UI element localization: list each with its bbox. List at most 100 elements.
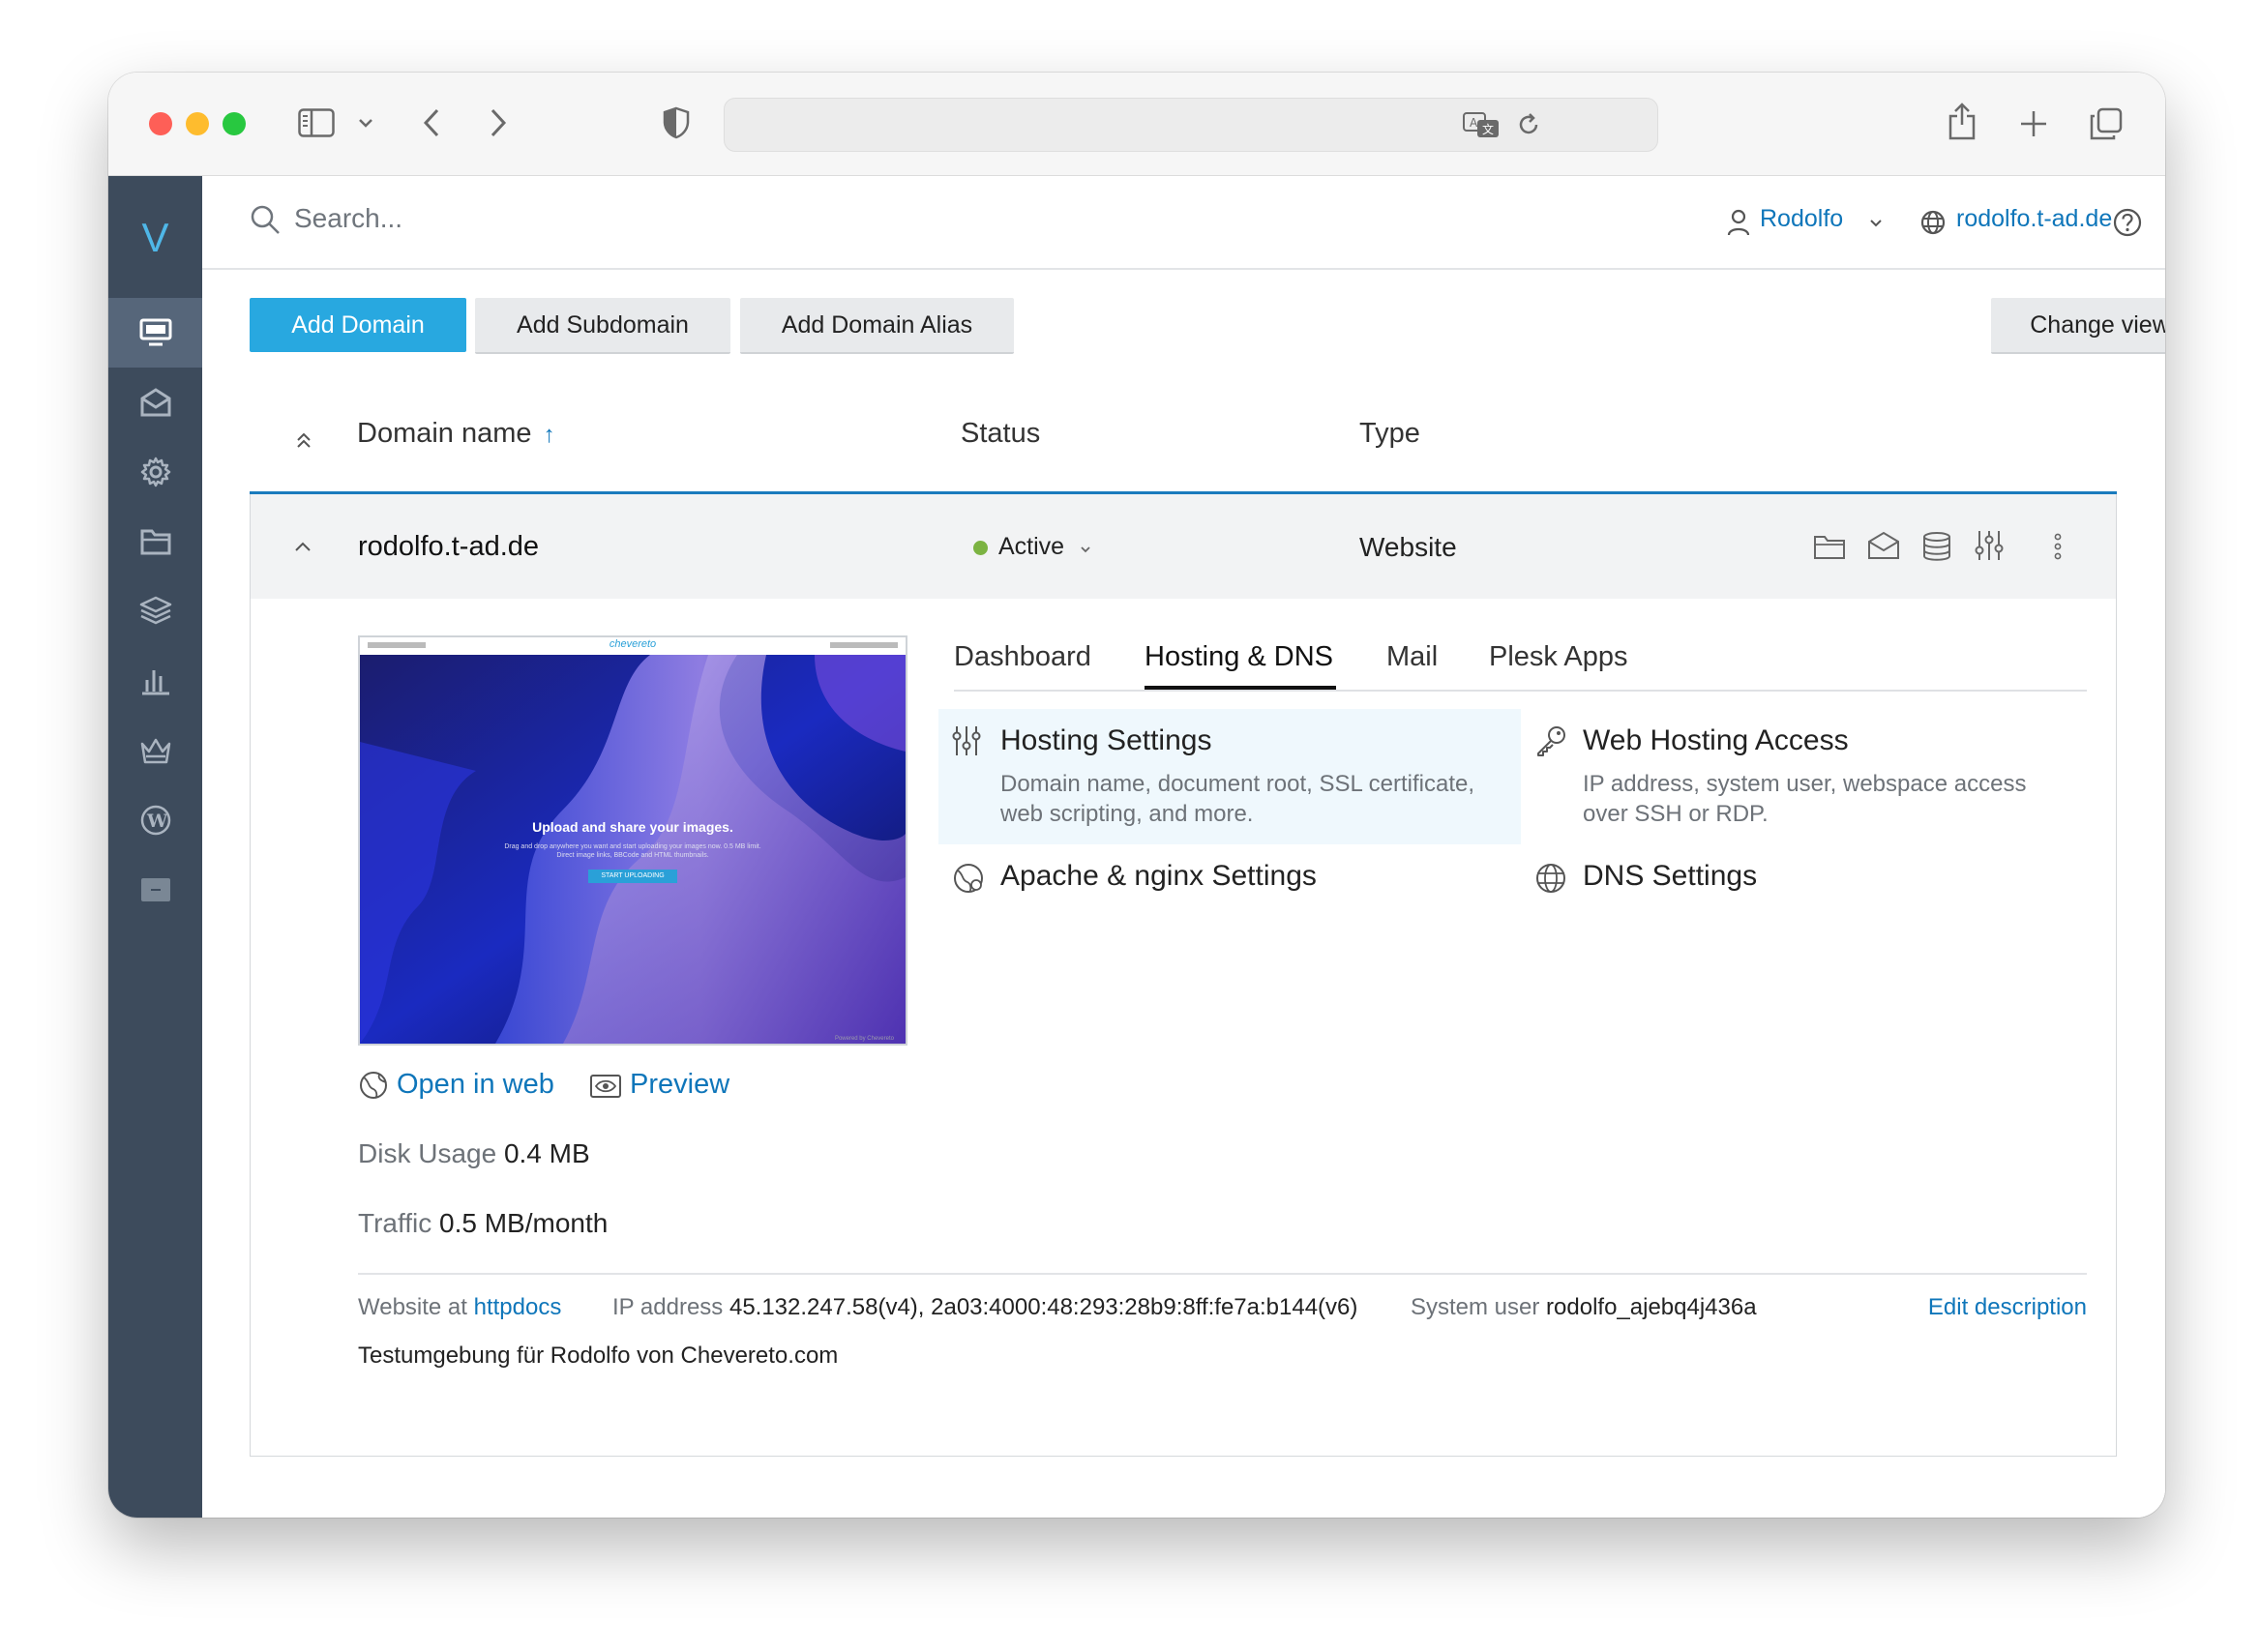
chevron-down-icon[interactable] xyxy=(358,118,373,128)
sidebar-item-applications[interactable] xyxy=(108,437,202,507)
preview-start-uploading-button: START UPLOADING xyxy=(588,870,677,883)
sidebar-item-file-sharing[interactable] xyxy=(108,855,202,925)
tab-plesk-apps[interactable]: Plesk Apps xyxy=(1489,641,1627,673)
card-footer-divider xyxy=(358,1273,2087,1275)
dns-settings-tile[interactable]: DNS Settings xyxy=(1521,852,2082,910)
tab-overview-icon[interactable] xyxy=(2089,106,2124,141)
chevron-down-icon[interactable] xyxy=(1080,546,1091,553)
web-hosting-access-tile[interactable]: Web Hosting Access IP address, system us… xyxy=(1521,709,2082,844)
change-view-button[interactable]: Change view xyxy=(1991,298,2165,354)
folder-icon xyxy=(140,529,170,555)
preview-account-placeholder xyxy=(830,642,898,648)
brand-logo[interactable]: V xyxy=(108,215,202,261)
sidebar-item-wordpress[interactable]: W xyxy=(108,785,202,855)
hosting-settings-tile[interactable]: Hosting Settings Domain name, document r… xyxy=(938,709,1521,844)
preview-footer: Powered by Chevereto xyxy=(834,1036,894,1042)
folder-icon[interactable] xyxy=(1813,533,1846,560)
type-column-header[interactable]: Type xyxy=(1359,418,1420,450)
main-content: Search... Rodolfo rodolfo.t-ad.de Add Do… xyxy=(202,176,2165,1518)
apache-nginx-settings-title[interactable]: Apache & nginx Settings xyxy=(1000,860,1317,893)
globe-gear-icon xyxy=(954,864,983,893)
sidebar-item-mail[interactable] xyxy=(108,368,202,437)
sidebar-item-websites[interactable] xyxy=(108,298,202,368)
browser-window: A 文 V W Search... Rodolfo rodolfo.t-ad.d… xyxy=(108,73,2165,1518)
preview-eye-icon xyxy=(590,1075,621,1098)
preview-site-logo: chevereto xyxy=(609,638,657,650)
sidebar: V W xyxy=(108,176,202,1518)
user-menu[interactable]: Rodolfo xyxy=(1760,205,1843,233)
new-tab-icon[interactable] xyxy=(2019,109,2048,138)
preview-site-header: chevereto xyxy=(360,637,906,656)
reload-icon[interactable] xyxy=(1516,112,1541,137)
website-at: Website at httpdocs xyxy=(358,1294,562,1320)
translate-icon[interactable]: A 文 xyxy=(1462,110,1501,139)
gear-icon xyxy=(140,457,170,487)
status-dropdown[interactable]: Active xyxy=(998,533,1064,561)
chevron-down-icon[interactable] xyxy=(1869,219,1883,227)
monitor-icon xyxy=(139,318,171,346)
sidebar-item-statistics[interactable] xyxy=(108,646,202,716)
minimize-window-button[interactable] xyxy=(186,112,209,135)
close-window-button[interactable] xyxy=(149,112,172,135)
apache-nginx-settings-tile[interactable]: Apache & nginx Settings xyxy=(938,852,1521,910)
svg-text:W: W xyxy=(146,811,168,832)
browser-toolbar: A 文 xyxy=(108,73,2165,176)
search-icon xyxy=(251,205,280,234)
open-in-web-link[interactable]: Open in web xyxy=(397,1069,554,1101)
tab-dashboard[interactable]: Dashboard xyxy=(954,641,1091,673)
website-preview-thumbnail[interactable]: chevereto Upload and share your images. … xyxy=(358,635,907,1046)
chevron-up-icon[interactable] xyxy=(294,541,312,552)
domain-card: rodolfo.t-ad.de Active Website chevereto… xyxy=(250,494,2117,1457)
sidebar-toggle-icon[interactable] xyxy=(298,108,335,137)
back-icon[interactable] xyxy=(423,108,440,137)
top-bar: Search... Rodolfo rodolfo.t-ad.de xyxy=(202,176,2165,270)
forward-icon[interactable] xyxy=(490,108,507,137)
database-icon[interactable] xyxy=(1921,531,1952,562)
status-dot xyxy=(973,541,988,555)
disk-usage: Disk Usage 0.4 MB xyxy=(358,1138,590,1168)
status-column-header[interactable]: Status xyxy=(961,418,1040,450)
add-domain-button[interactable]: Add Domain xyxy=(250,298,466,352)
globe-icon xyxy=(1920,210,1946,235)
web-hosting-access-title[interactable]: Web Hosting Access xyxy=(1583,724,1849,757)
more-options-icon[interactable] xyxy=(2054,533,2062,560)
zoom-window-button[interactable] xyxy=(223,112,246,135)
mail-icon[interactable] xyxy=(1867,531,1900,560)
help-icon[interactable] xyxy=(2112,207,2143,238)
add-subdomain-button[interactable]: Add Subdomain xyxy=(475,298,730,354)
tab-mail[interactable]: Mail xyxy=(1386,641,1438,673)
settings-sliders-icon[interactable] xyxy=(1975,529,2004,562)
preview-subtext: Drag and drop anywhere you want and star… xyxy=(504,843,761,859)
httpdocs-link[interactable]: httpdocs xyxy=(474,1294,562,1320)
domain-name-column-header[interactable]: Domain name ↑ xyxy=(357,418,555,450)
bar-chart-icon xyxy=(141,670,169,695)
svg-text:文: 文 xyxy=(1482,122,1494,136)
hosting-settings-description: Domain name, document root, SSL certific… xyxy=(1000,771,1475,827)
collapse-all-icon[interactable] xyxy=(295,430,312,450)
user-icon xyxy=(1727,209,1750,236)
add-domain-alias-button[interactable]: Add Domain Alias xyxy=(740,298,1014,354)
drive-icon xyxy=(140,878,170,901)
search-input[interactable]: Search... xyxy=(294,203,402,234)
svg-text:A: A xyxy=(1470,116,1478,130)
edit-description-link[interactable]: Edit description xyxy=(1928,1294,2087,1321)
sidebar-item-databases[interactable] xyxy=(108,576,202,646)
share-icon[interactable] xyxy=(1947,102,1978,140)
sort-ascending-icon: ↑ xyxy=(543,422,555,448)
sidebar-item-files[interactable] xyxy=(108,507,202,576)
domain-name[interactable]: rodolfo.t-ad.de xyxy=(358,531,539,563)
system-user: System user rodolfo_ajebq4j436a xyxy=(1411,1294,1757,1320)
hosting-settings-title[interactable]: Hosting Settings xyxy=(1000,724,1211,757)
mail-icon xyxy=(140,388,170,417)
subscription-domain-link[interactable]: rodolfo.t-ad.de xyxy=(1956,205,2112,233)
tab-hosting-dns[interactable]: Hosting & DNS xyxy=(1145,641,1333,673)
preview-link[interactable]: Preview xyxy=(630,1069,729,1101)
sidebar-item-extensions[interactable] xyxy=(108,716,202,785)
domain-description: Testumgebung für Rodolfo von Chevereto.c… xyxy=(358,1342,839,1369)
dns-settings-title[interactable]: DNS Settings xyxy=(1583,860,1757,893)
privacy-shield-icon[interactable] xyxy=(662,106,691,139)
address-bar[interactable]: A 文 xyxy=(724,98,1658,152)
domain-row[interactable]: rodolfo.t-ad.de Active Website xyxy=(251,494,2116,599)
ip-address: IP address 45.132.247.58(v4), 2a03:4000:… xyxy=(612,1294,1358,1320)
layers-icon xyxy=(139,596,171,625)
